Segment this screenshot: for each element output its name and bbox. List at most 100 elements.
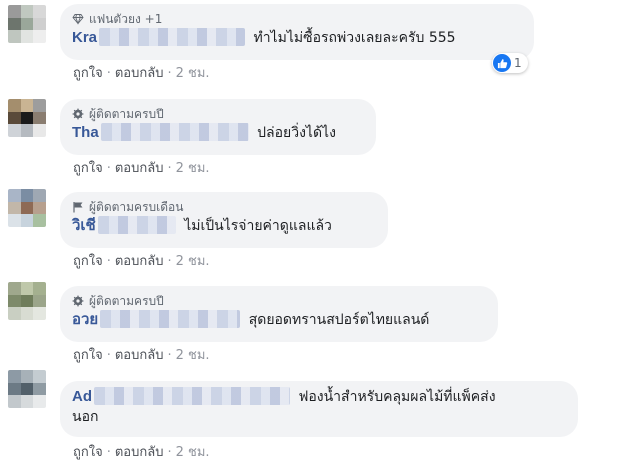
comment-item: แฟนตัวยง +1 Kra ทำไมไม่ซื้อรถพ่วงเลยละคร… <box>0 0 617 90</box>
avatar-pixel <box>33 282 46 295</box>
reaction-count[interactable]: 1 <box>492 53 528 73</box>
timestamp[interactable]: 2 ชม. <box>176 254 210 269</box>
comment-item: ผู้ติดตามครบเดือน วิเชี ไม่เป็นไรจ่ายค่า… <box>0 188 617 278</box>
redacted-name <box>100 123 249 141</box>
comment-item: ผู้ติดตามครบปี อวย สุดยอดทรานสปอร์ตไทยแล… <box>0 282 617 372</box>
author-name[interactable]: วิเชี <box>72 217 96 234</box>
avatar-pixel <box>8 282 21 295</box>
comment-actions: ถูกใจ · ตอบกลับ · 2 ชม. <box>73 445 210 461</box>
diamond-icon <box>72 13 84 25</box>
badge-label: ผู้ติดตามครบปี <box>89 294 164 308</box>
avatar-pixel <box>8 370 21 383</box>
redacted-name <box>97 216 176 234</box>
comment-text: สุดยอดทรานสปอร์ตไทยแลนด์ <box>248 312 430 328</box>
timestamp[interactable]: 2 ชม. <box>176 445 210 460</box>
avatar-pixel <box>33 382 46 396</box>
avatar-pixel <box>20 5 34 18</box>
reply-button[interactable]: ตอบกลับ <box>115 161 164 176</box>
comment-bubble: ผู้ติดตามครบปี Tha ปล่อยวิ่งได้ไง <box>60 99 376 155</box>
avatar-pixel <box>8 307 21 320</box>
author-name[interactable]: Kra <box>72 29 97 46</box>
separator-dot: · <box>167 445 172 460</box>
avatar[interactable] <box>8 189 46 227</box>
redacted-name <box>99 28 246 46</box>
reply-button[interactable]: ตอบกลับ <box>115 445 164 460</box>
like-button[interactable]: ถูกใจ <box>73 445 103 460</box>
comment-text: ฟองน้ำสำหรับคลุมผลไม้ที่แพ็คส่ง <box>298 389 496 405</box>
comment-item: Ad ฟองน้ำสำหรับคลุมผลไม้ที่แพ็คส่ง นอก ถ… <box>0 370 617 466</box>
avatar-pixel <box>8 99 21 112</box>
avatar-pixel <box>33 124 46 137</box>
avatar-pixel <box>20 294 34 308</box>
redacted-name <box>100 310 241 328</box>
badge: ผู้ติดตามครบปี <box>72 294 486 308</box>
avatar-pixel <box>20 17 34 31</box>
avatar-pixel <box>8 395 21 408</box>
comment-text: ปล่อยวิ่งได้ไง <box>257 125 336 141</box>
like-button[interactable]: ถูกใจ <box>73 66 103 81</box>
author-name[interactable]: Tha <box>72 124 99 141</box>
avatar-pixel <box>8 294 21 308</box>
avatar-pixel <box>8 111 21 125</box>
timestamp[interactable]: 2 ชม. <box>176 348 210 363</box>
separator-dot: · <box>106 445 111 460</box>
comment-text: ไม่เป็นไรจ่ายค่าดูแลแล้ว <box>184 218 332 234</box>
avatar-pixel <box>20 189 34 202</box>
avatar-pixel <box>33 17 46 31</box>
avatar-pixel <box>33 99 46 112</box>
like-button[interactable]: ถูกใจ <box>73 161 103 176</box>
separator-dot: · <box>106 66 111 81</box>
comment-bubble: ผู้ติดตามครบปี อวย สุดยอดทรานสปอร์ตไทยแล… <box>60 286 498 342</box>
timestamp[interactable]: 2 ชม. <box>176 66 210 81</box>
badge-label: แฟนตัวยง +1 <box>89 12 163 26</box>
avatar-pixel <box>33 5 46 18</box>
reply-button[interactable]: ตอบกลับ <box>115 66 164 81</box>
avatar-pixel <box>8 17 21 31</box>
separator-dot: · <box>167 348 172 363</box>
avatar[interactable] <box>8 370 46 408</box>
like-button[interactable]: ถูกใจ <box>73 348 103 363</box>
comment-item: ผู้ติดตามครบปี Tha ปล่อยวิ่งได้ไง ถูกใจ ·… <box>0 94 617 184</box>
like-icon <box>493 54 511 72</box>
avatar-pixel <box>20 382 34 396</box>
author-name[interactable]: อวย <box>72 311 98 328</box>
gear-icon <box>72 108 84 120</box>
avatar-pixel <box>8 214 21 227</box>
separator-dot: · <box>106 348 111 363</box>
avatar-pixel <box>33 395 46 408</box>
timestamp[interactable]: 2 ชม. <box>176 161 210 176</box>
badge-label: ผู้ติดตามครบปี <box>89 107 164 121</box>
reply-button[interactable]: ตอบกลับ <box>115 348 164 363</box>
avatar-pixel <box>33 30 46 43</box>
avatar[interactable] <box>8 282 46 320</box>
gear-icon <box>72 295 84 307</box>
avatar-pixel <box>8 382 21 396</box>
avatar[interactable] <box>8 5 46 43</box>
avatar-pixel <box>20 111 34 125</box>
avatar-pixel <box>20 30 34 43</box>
redacted-name <box>94 387 290 405</box>
avatar-pixel <box>33 307 46 320</box>
badge-label: ผู้ติดตามครบเดือน <box>89 200 184 214</box>
separator-dot: · <box>106 254 111 269</box>
comment-bubble: Ad ฟองน้ำสำหรับคลุมผลไม้ที่แพ็คส่ง นอก <box>60 381 578 437</box>
separator-dot: · <box>167 254 172 269</box>
like-button[interactable]: ถูกใจ <box>73 254 103 269</box>
avatar-pixel <box>33 189 46 202</box>
comment-actions: ถูกใจ · ตอบกลับ · 2 ชม. <box>73 66 210 82</box>
avatar-pixel <box>8 30 21 43</box>
avatar-pixel <box>20 307 34 320</box>
avatar-pixel <box>20 282 34 295</box>
comment-bubble: แฟนตัวยง +1 Kra ทำไมไม่ซื้อรถพ่วงเลยละคร… <box>60 4 534 60</box>
avatar-pixel <box>20 201 34 215</box>
avatar-pixel <box>20 395 34 408</box>
avatar-pixel <box>8 5 21 18</box>
avatar[interactable] <box>8 99 46 137</box>
badge: ผู้ติดตามครบเดือน <box>72 200 376 214</box>
badge: แฟนตัวยง +1 <box>72 12 522 26</box>
author-name[interactable]: Ad <box>72 388 92 405</box>
avatar-pixel <box>33 111 46 125</box>
avatar-pixel <box>33 214 46 227</box>
comment-bubble: ผู้ติดตามครบเดือน วิเชี ไม่เป็นไรจ่ายค่า… <box>60 192 388 248</box>
reply-button[interactable]: ตอบกลับ <box>115 254 164 269</box>
